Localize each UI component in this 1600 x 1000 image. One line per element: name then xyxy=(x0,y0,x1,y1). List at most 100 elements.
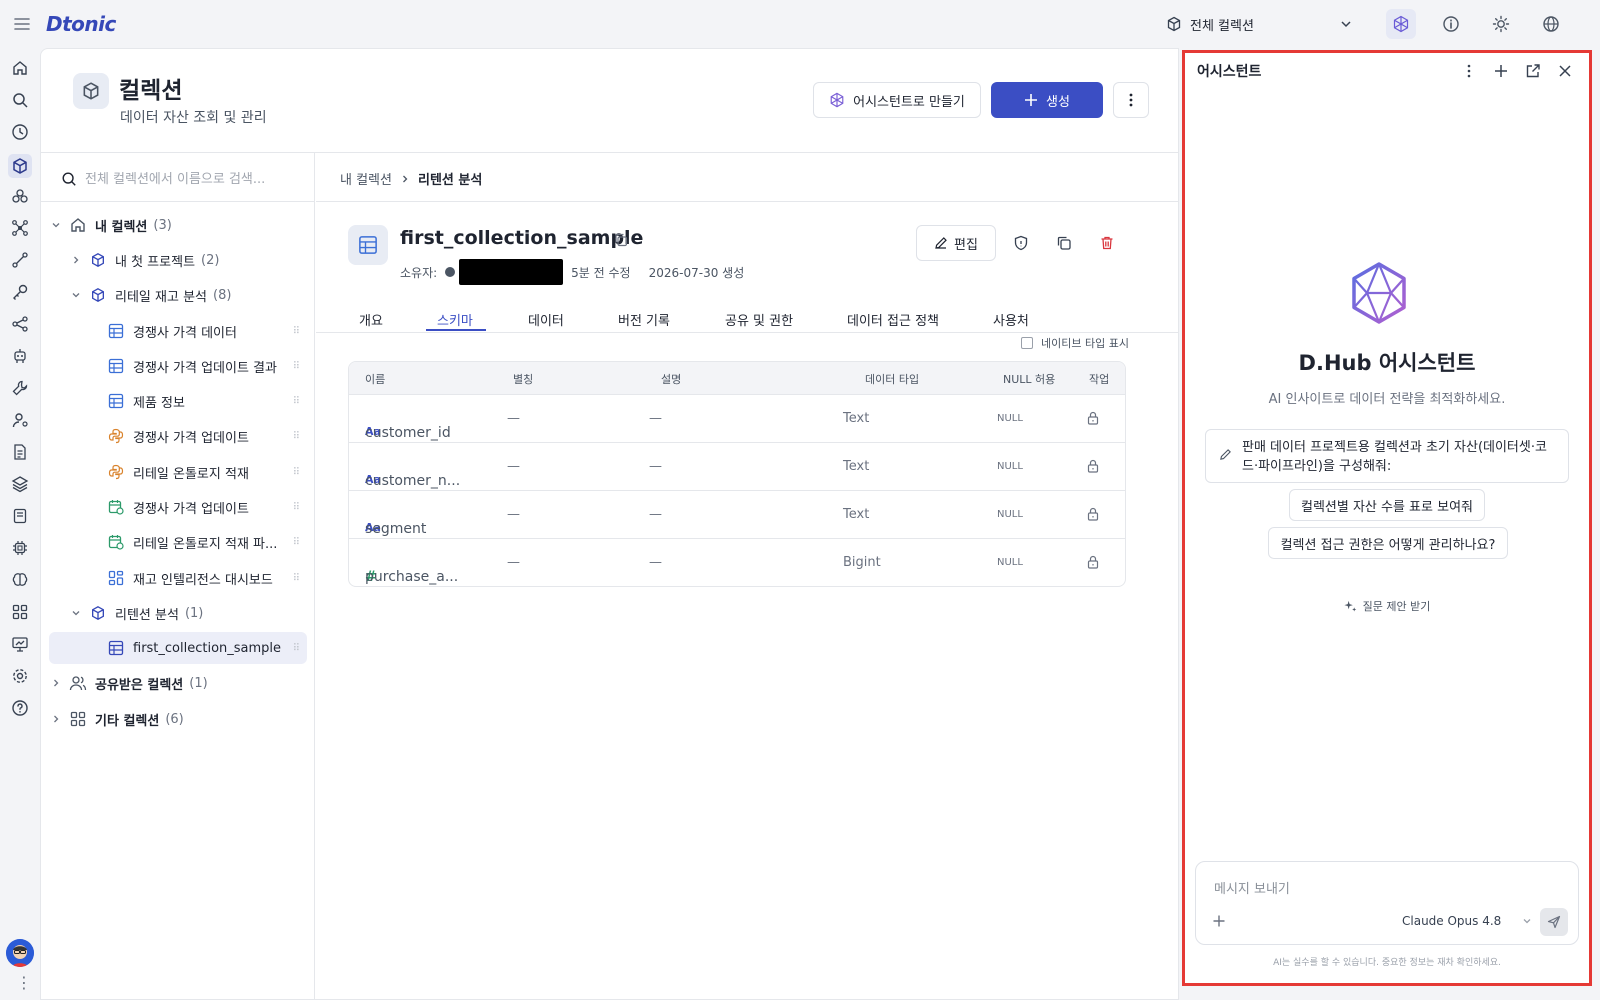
column-header[interactable]: 이름 xyxy=(365,371,385,387)
document-icon[interactable] xyxy=(10,442,30,462)
model-select[interactable]: Claude Opus 4.8 xyxy=(1402,914,1533,928)
tree-item-inventory-dashboard[interactable]: 재고 인텔리전스 대시보드 ⠿ xyxy=(49,562,307,594)
search-input[interactable] xyxy=(85,171,290,187)
tree-item-my-collections[interactable]: 내 컬렉션 (3) xyxy=(49,209,307,241)
table-row[interactable]: Aa customer_n... — — Text NULL xyxy=(349,442,1125,490)
copy-icon[interactable] xyxy=(614,233,628,247)
drag-handle-icon[interactable]: ⠿ xyxy=(293,431,300,442)
lock-icon[interactable] xyxy=(1087,411,1099,425)
tree-item-competitor-price-update-pipeline[interactable]: 경쟁사 가격 업데이트 ⠿ xyxy=(49,491,307,523)
shield-icon[interactable] xyxy=(1011,233,1031,253)
suggestion-create-collection[interactable]: 판매 데이터 프로젝트용 컬렉션과 초기 자산(데이터셋·코드·파이프라인)을 … xyxy=(1205,429,1569,483)
network-icon[interactable] xyxy=(10,218,30,238)
collection-select[interactable]: 전체 컬렉션 xyxy=(1160,10,1360,38)
drag-handle-icon[interactable]: ⠿ xyxy=(293,326,300,337)
table-row[interactable]: # purchase_a... — — Bigint NULL xyxy=(349,538,1125,586)
breadcrumb-current[interactable]: 리텐션 분석 xyxy=(418,169,482,188)
table-row[interactable]: Aa customer_id — — Text NULL xyxy=(349,394,1125,442)
cube-icon[interactable] xyxy=(8,154,32,178)
search-icon[interactable] xyxy=(10,90,30,110)
tab-overview[interactable]: 개요 xyxy=(359,310,383,329)
drag-handle-icon[interactable]: ⠿ xyxy=(293,467,300,478)
attach-plus-icon[interactable] xyxy=(1212,914,1226,928)
more-vertical-icon[interactable] xyxy=(1459,61,1479,81)
get-suggestions-link[interactable]: 질문 제안 받기 xyxy=(1185,598,1589,614)
tab-access-policy[interactable]: 데이터 접근 정책 xyxy=(847,310,939,329)
suggestion-access-management[interactable]: 컬렉션 접근 권한은 어떻게 관리하나요? xyxy=(1268,527,1508,559)
suggestion-asset-count-table[interactable]: 컬렉션별 자산 수를 표로 보여줘 xyxy=(1289,489,1485,521)
tab-usage[interactable]: 사용처 xyxy=(993,310,1029,329)
tab-data[interactable]: 데이터 xyxy=(528,310,564,329)
drag-handle-icon[interactable]: ⠿ xyxy=(293,573,300,584)
share-icon[interactable] xyxy=(10,314,30,334)
native-type-toggle[interactable]: 네이티브 타입 표시 xyxy=(1021,335,1129,351)
native-type-checkbox[interactable] xyxy=(1021,337,1033,349)
chip-icon[interactable] xyxy=(10,538,30,558)
notebook-icon[interactable] xyxy=(10,506,30,526)
new-chat-plus-icon[interactable] xyxy=(1491,61,1511,81)
globe-icon[interactable] xyxy=(1536,9,1566,39)
more-options-button[interactable] xyxy=(1113,82,1149,118)
settings-icon[interactable] xyxy=(10,666,30,686)
description-cell: — xyxy=(649,555,662,570)
tree-item-competitor-price-data[interactable]: 경쟁사 가격 데이터 ⠿ xyxy=(49,315,307,347)
lock-icon[interactable] xyxy=(1087,459,1099,473)
create-with-assistant-button[interactable]: 어시스턴트로 만들기 xyxy=(813,82,981,118)
drag-handle-icon[interactable]: ⠿ xyxy=(293,396,300,407)
layers-icon[interactable] xyxy=(10,474,30,494)
tree-search[interactable] xyxy=(61,163,301,195)
create-button[interactable]: 생성 xyxy=(991,82,1103,118)
logo[interactable]: Dtonic xyxy=(46,12,116,36)
cluster-icon[interactable] xyxy=(10,186,30,206)
grid-icon[interactable] xyxy=(10,602,30,622)
null-cell: NULL xyxy=(997,461,1023,472)
key-icon[interactable] xyxy=(10,282,30,302)
lock-icon[interactable] xyxy=(1087,555,1099,569)
tree-item-other-collections[interactable]: 기타 컬렉션 (6) xyxy=(49,703,307,735)
tree-item-first-collection-sample[interactable]: first_collection_sample ⠿ xyxy=(49,632,307,664)
brain-icon[interactable] xyxy=(10,570,30,590)
drag-handle-icon[interactable]: ⠿ xyxy=(293,361,300,372)
tree-item-product-info[interactable]: 제품 정보 ⠿ xyxy=(49,385,307,417)
help-icon[interactable] xyxy=(10,698,30,718)
message-input[interactable] xyxy=(1214,878,1554,900)
tree-item-retail-inventory[interactable]: 리테일 재고 분석 (8) xyxy=(49,279,307,311)
edit-button[interactable]: 편집 xyxy=(916,225,996,261)
tab-version-history[interactable]: 버전 기록 xyxy=(618,310,670,329)
tools-icon[interactable] xyxy=(10,378,30,398)
page-subtitle: 데이터 자산 조회 및 관리 xyxy=(120,110,267,126)
tree-item-retail-ontology-load[interactable]: 리테일 온톨로지 적재 ⠿ xyxy=(49,456,307,488)
pipeline-icon[interactable] xyxy=(10,250,30,270)
monitor-icon[interactable] xyxy=(10,634,30,654)
assistant-gem-icon[interactable] xyxy=(1386,9,1416,39)
avatar[interactable] xyxy=(6,939,34,967)
home-icon[interactable] xyxy=(10,58,30,78)
drag-handle-icon[interactable]: ⠿ xyxy=(293,502,300,513)
tree-item-retail-ontology-pipeline[interactable]: 리테일 온톨로지 적재 파... ⠿ xyxy=(49,526,307,558)
user-icon[interactable] xyxy=(10,410,30,430)
duplicate-icon[interactable] xyxy=(1054,233,1074,253)
tree-item-competitor-price-update-code[interactable]: 경쟁사 가격 업데이트 ⠿ xyxy=(49,420,307,452)
send-button[interactable] xyxy=(1540,908,1568,936)
table-row[interactable]: Aa segment — — Text NULL xyxy=(349,490,1125,538)
close-icon[interactable] xyxy=(1555,61,1575,81)
breadcrumb-item[interactable]: 내 컬렉션 xyxy=(340,169,392,188)
clock-icon[interactable] xyxy=(10,122,30,142)
sun-icon[interactable] xyxy=(1486,9,1516,39)
tree-item-first-project[interactable]: 내 첫 프로젝트 (2) xyxy=(49,244,307,276)
trash-icon[interactable] xyxy=(1097,233,1117,253)
menu-icon[interactable] xyxy=(12,14,32,34)
tree-item-shared-collections[interactable]: 공유받은 컬렉션 (1) xyxy=(49,667,307,699)
external-link-icon[interactable] xyxy=(1523,61,1543,81)
lock-icon[interactable] xyxy=(1087,507,1099,521)
tree-item-competitor-price-update-result[interactable]: 경쟁사 가격 업데이트 결과 ⠿ xyxy=(49,350,307,382)
tree-item-retention-analysis[interactable]: 리텐션 분석 (1) xyxy=(49,597,307,629)
drag-handle-icon[interactable]: ⠿ xyxy=(293,537,300,548)
tab-schema[interactable]: 스키마 xyxy=(437,310,473,329)
info-icon[interactable] xyxy=(1436,9,1466,39)
tab-sharing[interactable]: 공유 및 권한 xyxy=(725,310,793,329)
python-icon xyxy=(107,463,125,481)
more-vertical-icon[interactable]: ⋮ xyxy=(16,975,32,991)
drag-handle-icon[interactable]: ⠿ xyxy=(293,643,300,654)
robot-icon[interactable] xyxy=(10,346,30,366)
